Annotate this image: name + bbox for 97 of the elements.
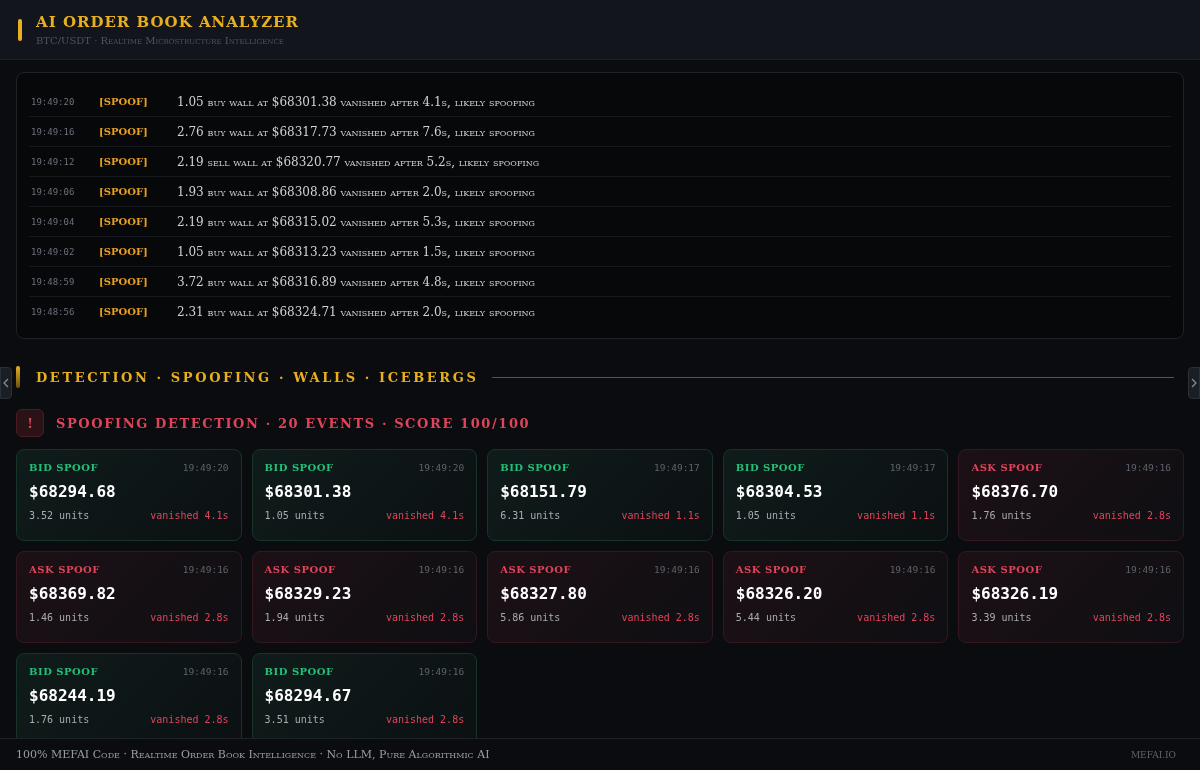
log-tag: [SPOOF] [99,96,177,107]
log-tag: [SPOOF] [99,126,177,137]
log-time: 19:48:59 [30,276,76,287]
card-price: $68304.53 [735,482,824,501]
spoof-label: BID SPOOF [500,462,570,473]
card-units: 1.05 units [264,510,325,521]
vanished-time: vanished 2.8s [1092,510,1171,521]
chevron-left-icon [3,378,9,388]
spoof-label: BID SPOOF [29,666,99,677]
log-message: 3.72 buy wall at $68316.89 vanished after 4.8s, likely spoofing [177,274,535,289]
log-message: 1.05 buy wall at $68313.23 vanished after 1.5s, likely spoofing [177,244,535,259]
log-tag: [SPOOF] [99,306,177,317]
log-message: 2.31 buy wall at $68324.71 vanished after 2.0s, likely spoofing [177,304,535,319]
spoof-label: ASK SPOOF [29,564,100,575]
footer-brand: MEFAI.IO [1130,749,1176,760]
card-time: 19:49:16 [889,564,936,575]
footer-text: 100% MEFAI Code · Realtime Order Book Intelligence · No LLM, Pure Algorithmic AI [16,748,490,761]
log-tag: [SPOOF] [99,156,177,167]
card-time: 19:49:17 [889,462,936,473]
log-time: 19:49:20 [30,96,76,107]
log-time: 19:49:12 [30,156,76,167]
card-units: 3.51 units [264,714,325,725]
card-price: $68369.82 [29,584,117,603]
card-units: 5.44 units [735,612,796,623]
vanished-time: vanished 1.1s [857,510,936,521]
log-time: 19:49:04 [30,216,76,227]
log-time: 19:49:06 [30,186,76,197]
card-time: 19:49:16 [182,666,229,677]
card-price: $68151.79 [500,482,588,501]
app-title: AI ORDER BOOK ANALYZER [36,13,300,31]
card-time: 19:49:16 [182,564,229,575]
alert-icon: ! [16,409,44,437]
log-message: 1.93 buy wall at $68308.86 vanished after 2.0s, likely spoofing [177,184,535,199]
accent-bar [18,18,22,41]
log-time: 19:49:02 [30,246,76,257]
card-time: 19:49:17 [654,462,700,473]
chevron-right-icon [1191,378,1197,388]
spoof-label: ASK SPOOF [735,564,807,575]
spoof-label: ASK SPOOF [971,564,1043,575]
log-tag: [SPOOF] [99,186,177,197]
log-message: 1.05 buy wall at $68301.38 vanished after 4.1s, likely spoofing [177,94,535,109]
vanished-time: vanished 4.1s [150,510,229,521]
app-subtitle: BTC/USDT · Realtime Microstructure Intelligence [36,35,285,46]
expand-handle[interactable] [1188,367,1200,399]
card-units: 5.86 units [500,612,561,623]
card-units: 1.76 units [29,714,90,725]
spoof-label: BID SPOOF [264,666,334,677]
card-time: 19:49:16 [1125,564,1171,575]
vanished-time: vanished 1.1s [621,510,700,521]
card-units: 1.05 units [735,510,796,521]
collapse-handle[interactable] [0,367,12,399]
card-price: $68326.20 [735,584,824,603]
spoof-label: ASK SPOOF [264,564,336,575]
log-time: 19:49:16 [30,126,76,137]
spoof-label: BID SPOOF [29,462,99,473]
vanished-time: vanished 4.1s [385,510,465,521]
vanished-time: vanished 2.8s [150,612,229,623]
log-message: 2.19 sell wall at $68320.77 vanished after 5.2s, likely spoofing [177,154,540,169]
vanished-time: vanished 2.8s [385,612,465,623]
card-price: $68327.80 [500,584,588,603]
card-price: $68376.70 [971,482,1060,501]
log-tag: [SPOOF] [99,276,177,287]
spoof-label: ASK SPOOF [971,462,1043,473]
log-time: 19:48:56 [30,306,76,317]
card-time: 19:49:20 [418,462,465,473]
log-tag: [SPOOF] [99,216,177,227]
card-price: $68294.68 [29,482,117,501]
vanished-time: vanished 2.8s [1092,612,1171,623]
card-units: 1.46 units [29,612,90,623]
card-time: 19:49:16 [1125,462,1171,473]
vanished-time: vanished 2.8s [857,612,936,623]
alert-title: SPOOFING DETECTION · 20 EVENTS · SCORE 100/100 [56,415,531,431]
section-title: DETECTION · SPOOFING · WALLS · ICEBERGS [36,369,479,385]
card-units: 1.76 units [971,510,1032,521]
card-time: 19:49:16 [418,666,465,677]
card-price: $68329.23 [264,584,353,603]
card-price: $68301.38 [264,482,353,501]
card-time: 19:49:20 [182,462,229,473]
spoof-label: BID SPOOF [735,462,805,473]
card-units: 3.39 units [971,612,1032,623]
card-price: $68294.67 [264,686,353,705]
card-time: 19:49:16 [418,564,465,575]
vanished-time: vanished 2.8s [150,714,229,725]
card-units: 1.94 units [264,612,325,623]
card-price: $68244.19 [29,686,117,705]
log-message: 2.76 buy wall at $68317.73 vanished after 7.6s, likely spoofing [177,124,535,139]
card-time: 19:49:16 [654,564,700,575]
log-message: 2.19 buy wall at $68315.02 vanished after 5.3s, likely spoofing [177,214,535,229]
accent-bar [16,366,20,388]
card-units: 6.31 units [500,510,561,521]
spoof-label: ASK SPOOF [500,564,572,575]
log-tag: [SPOOF] [99,246,177,257]
card-units: 3.52 units [29,510,90,521]
spoof-label: BID SPOOF [264,462,334,473]
card-price: $68326.19 [971,584,1060,603]
vanished-time: vanished 2.8s [621,612,700,623]
vanished-time: vanished 2.8s [385,714,465,725]
